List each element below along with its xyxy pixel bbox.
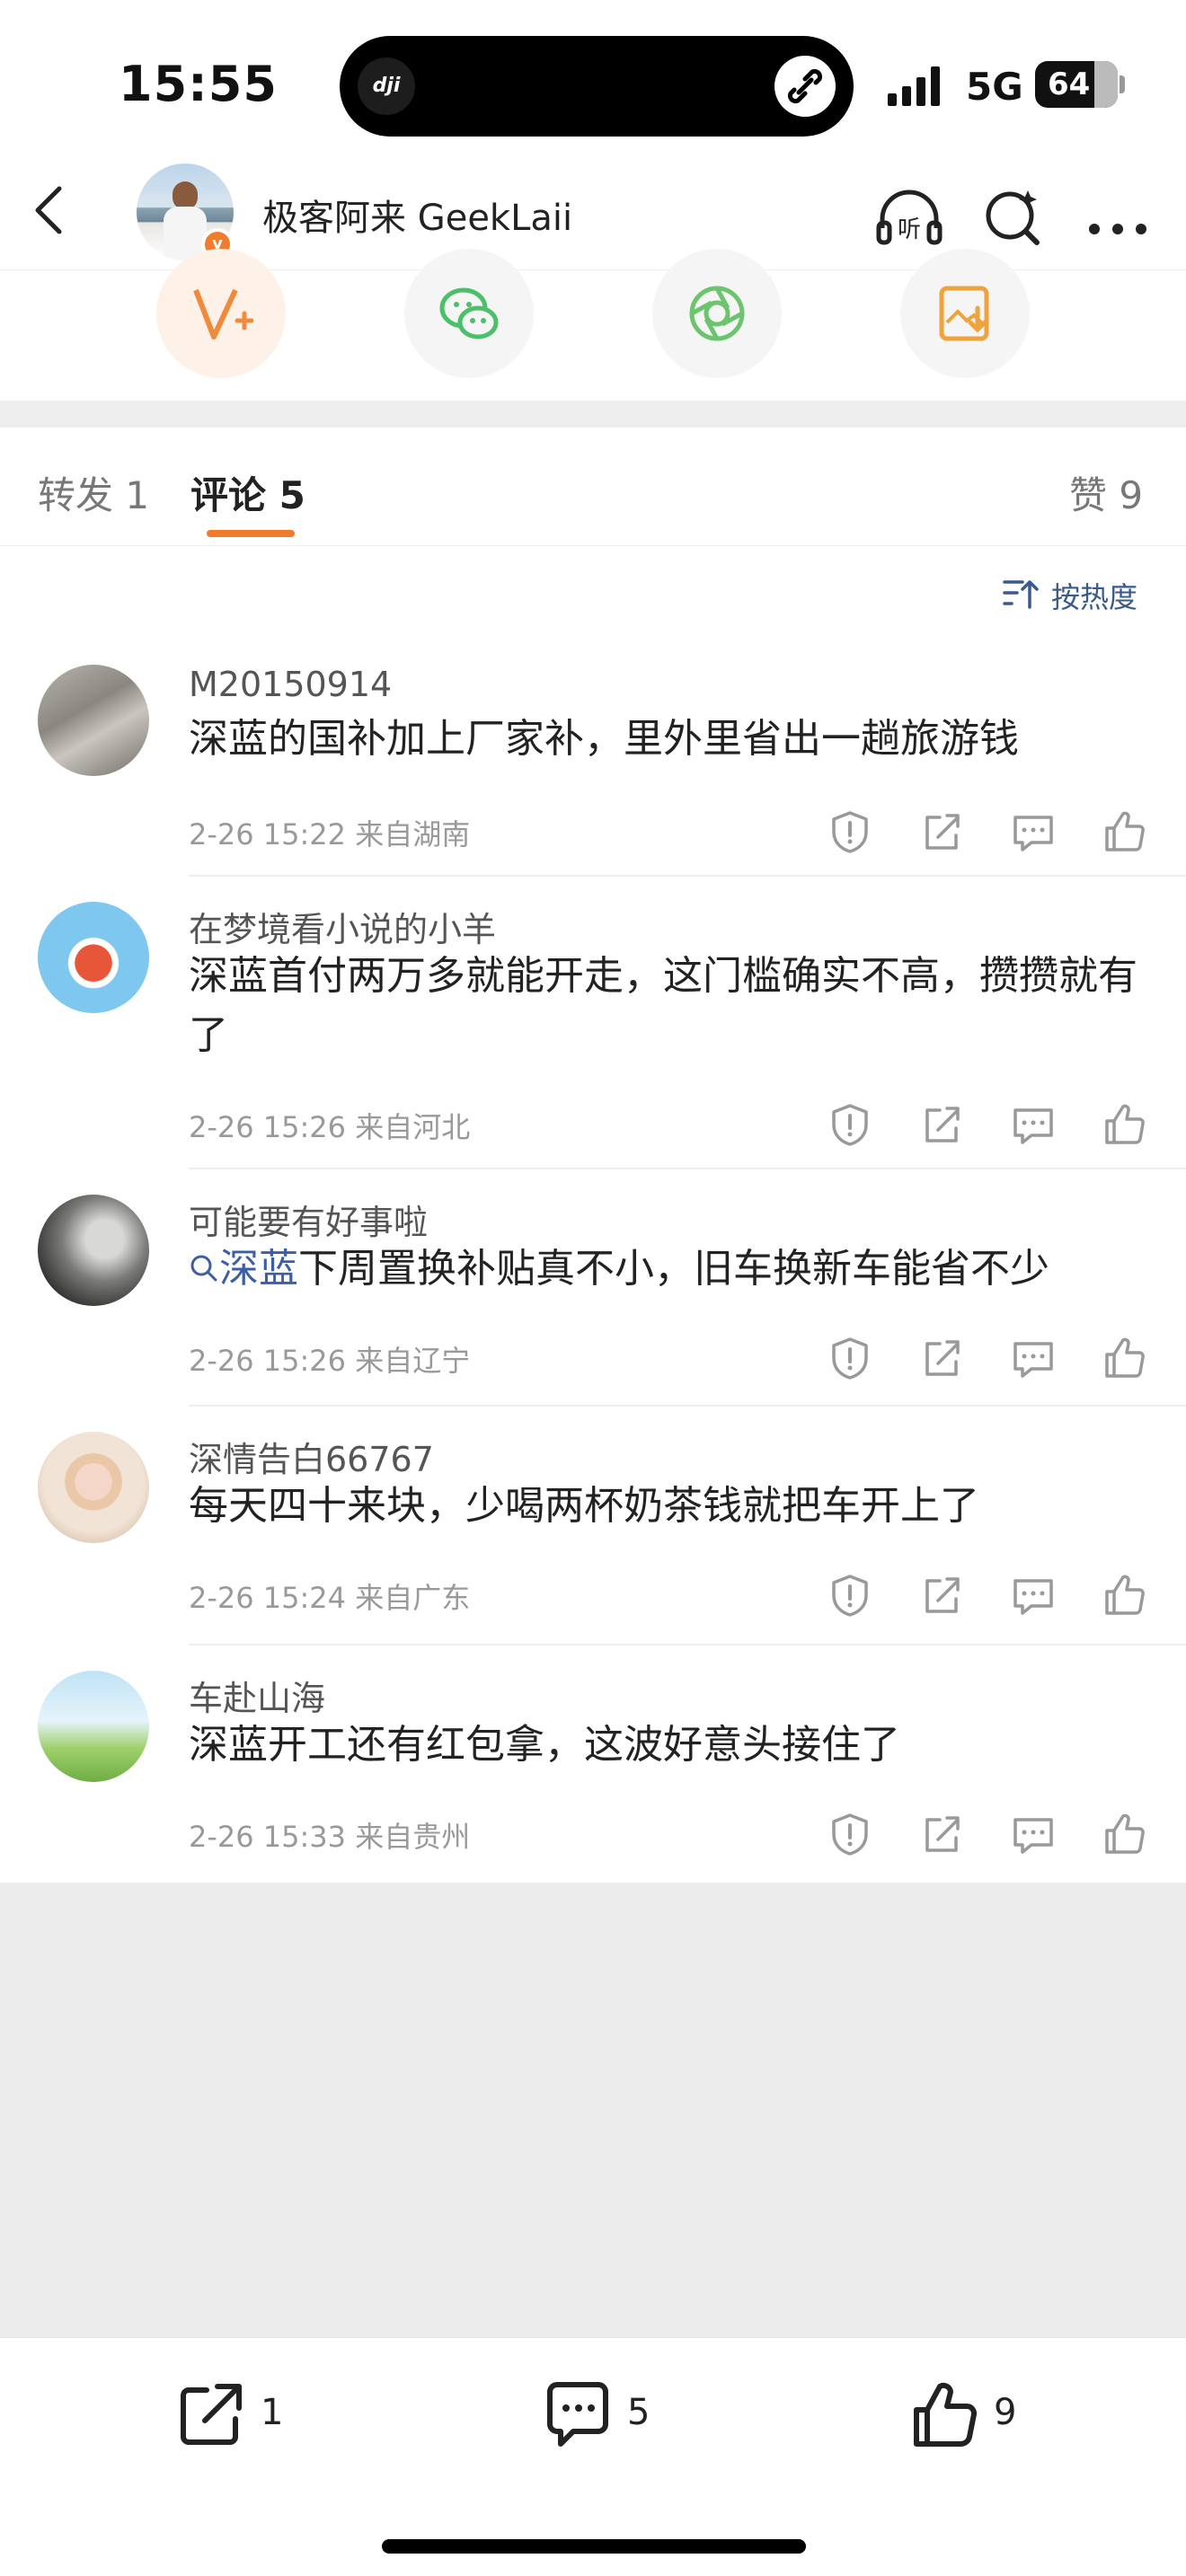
commenter-name[interactable]: 车赴山海 <box>189 1671 325 1720</box>
report-icon[interactable] <box>827 1101 873 1148</box>
like-count: 9 <box>994 2392 1017 2433</box>
thumbs-up-icon <box>914 2382 978 2447</box>
repost-count: 1 <box>261 2392 284 2433</box>
commenter-avatar[interactable] <box>38 665 149 776</box>
divider <box>189 875 1186 877</box>
divider <box>189 1405 1186 1407</box>
active-tab-indicator <box>207 530 295 537</box>
save-image-icon[interactable] <box>900 249 1030 378</box>
like-comment-icon[interactable] <box>1102 1811 1148 1857</box>
repost-icon <box>181 2384 242 2445</box>
share-comment-icon[interactable] <box>918 808 965 855</box>
repost-button[interactable]: 1 <box>171 2374 296 2455</box>
topic-link[interactable]: 深蓝 <box>189 1246 298 1292</box>
link-icon <box>774 56 836 117</box>
battery-level: 64 <box>1048 66 1091 102</box>
share-to-weibo-icon[interactable] <box>156 249 286 378</box>
like-comment-icon[interactable] <box>1102 1572 1148 1619</box>
divider <box>189 1644 1186 1645</box>
more-icon[interactable] <box>1082 181 1154 253</box>
comment-meta: 2-26 15:26 来自河北 <box>189 1110 471 1144</box>
status-bar: 15:55 dji 5G 64 <box>0 0 1186 162</box>
section-separator <box>0 401 1186 428</box>
home-indicator[interactable] <box>382 2539 806 2554</box>
tab-likes[interactable]: 赞 9 <box>1069 465 1143 520</box>
sort-by-hot[interactable]: 按热度 <box>1051 575 1137 616</box>
comment-meta: 2-26 15:22 来自湖南 <box>189 817 471 851</box>
share-comment-icon[interactable] <box>918 1572 965 1619</box>
report-icon[interactable] <box>827 808 873 855</box>
comment-meta: 2-26 15:33 来自贵州 <box>189 1820 471 1854</box>
listen-icon[interactable]: 听 <box>873 181 945 253</box>
comment-count: 5 <box>627 2392 651 2433</box>
weibo-comments-screen: 15:55 dji 5G 64 v 极客阿来 GeekLaii 听 转发 1 评… <box>0 0 1186 2576</box>
wechat-icon[interactable] <box>404 249 534 378</box>
search-icon[interactable] <box>978 181 1049 253</box>
comment-actions <box>827 1335 1150 1381</box>
sort-icon[interactable] <box>1003 575 1039 611</box>
share-comment-icon[interactable] <box>918 1335 965 1381</box>
comment-icon <box>547 2382 608 2447</box>
dynamic-island: dji <box>340 36 854 137</box>
status-time: 15:55 <box>119 56 278 112</box>
post-header: v 极客阿来 GeekLaii 听 <box>0 162 1186 269</box>
commenter-name[interactable]: 在梦境看小说的小羊 <box>189 902 496 951</box>
comment-actions <box>827 1811 1150 1857</box>
divider <box>189 1168 1186 1169</box>
comment-meta: 2-26 15:24 来自广东 <box>189 1581 471 1615</box>
reply-icon[interactable] <box>1010 808 1057 855</box>
battery-icon: 64 <box>1035 61 1125 108</box>
comment-meta: 2-26 15:26 来自辽宁 <box>189 1344 471 1378</box>
like-comment-icon[interactable] <box>1102 1335 1148 1381</box>
commenter-avatar[interactable] <box>38 1671 149 1782</box>
share-comment-icon[interactable] <box>918 1811 965 1857</box>
back-icon[interactable] <box>23 181 77 235</box>
network-type: 5G <box>966 65 1023 109</box>
comment-text: 每天四十来块，少喝两杯奶茶钱就把车开上了 <box>189 1483 979 1529</box>
commenter-name[interactable]: 可能要有好事啦 <box>189 1195 428 1244</box>
commenter-avatar[interactable] <box>38 902 149 1013</box>
report-icon[interactable] <box>827 1335 873 1381</box>
signal-icon <box>888 66 947 106</box>
comment-actions <box>827 1101 1150 1148</box>
comment-actions <box>827 1572 1150 1619</box>
reply-icon[interactable] <box>1010 1572 1057 1619</box>
like-comment-icon[interactable] <box>1102 1101 1148 1148</box>
commenter-name[interactable]: 深情告白66767 <box>189 1432 434 1481</box>
comment-button[interactable]: 5 <box>537 2374 663 2455</box>
share-row <box>0 249 1186 401</box>
comment-actions <box>827 808 1150 855</box>
moments-icon[interactable] <box>652 249 782 378</box>
commenter-avatar[interactable] <box>38 1195 149 1306</box>
author-name[interactable]: 极客阿来 GeekLaii <box>262 189 572 241</box>
dji-icon: dji <box>358 57 415 115</box>
like-button[interactable]: 9 <box>904 2374 1030 2455</box>
report-icon[interactable] <box>827 1811 873 1857</box>
tab-comments[interactable]: 评论 5 <box>190 465 305 520</box>
report-icon[interactable] <box>827 1572 873 1619</box>
comment-text-body: 下周置换补贴真不小，旧车换新车能省不少 <box>298 1246 1049 1292</box>
interaction-tabs: 转发 1 评论 5 赞 9 <box>0 428 1186 546</box>
tab-repost[interactable]: 转发 1 <box>38 465 149 520</box>
reply-icon[interactable] <box>1010 1335 1057 1381</box>
comment-text: 深蓝的国补加上厂家补，里外里省出一趟旅游钱 <box>189 716 1019 762</box>
topic-label: 深蓝 <box>219 1246 298 1292</box>
comment-text: 深蓝首付两万多就能开走，这门槛确实不高，攒攒就有了 <box>189 953 1137 1058</box>
reply-icon[interactable] <box>1010 1101 1057 1148</box>
share-comment-icon[interactable] <box>918 1101 965 1148</box>
comment-text: 深蓝开工还有红包拿，这波好意头接住了 <box>189 1722 900 1768</box>
commenter-name[interactable]: M20150914 <box>189 665 392 704</box>
reply-icon[interactable] <box>1010 1811 1057 1857</box>
like-comment-icon[interactable] <box>1102 808 1148 855</box>
search-icon <box>190 1255 217 1282</box>
comment-text: 深蓝下周置换补贴真不小，旧车换新车能省不少 <box>189 1239 1141 1299</box>
svg-text:听: 听 <box>898 216 921 243</box>
bottom-action-bar: 1 5 9 <box>0 2337 1186 2576</box>
empty-area <box>0 1883 1186 2337</box>
commenter-avatar[interactable] <box>38 1432 149 1543</box>
